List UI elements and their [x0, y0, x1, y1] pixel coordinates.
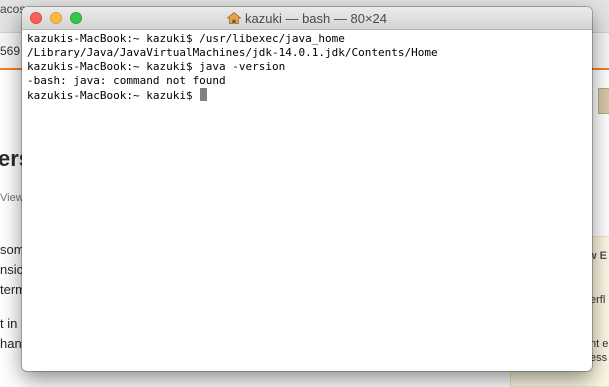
terminal-line: kazukis-MacBook:~ kazuki$ /usr/libexec/j… — [27, 32, 345, 45]
home-icon — [227, 12, 241, 24]
terminal-prompt-line[interactable]: kazukis-MacBook:~ kazuki$ — [27, 88, 587, 102]
background-view-count: View — [0, 192, 24, 204]
terminal-window[interactable]: kazuki — bash — 80×24 kazukis-MacBook:~ … — [22, 7, 592, 371]
terminal-line: /Library/Java/JavaVirtualMachines/jdk-14… — [27, 46, 438, 59]
terminal-line: -bash: java: command not found — [27, 74, 226, 87]
background-sidebar-link[interactable]: ess — [590, 352, 607, 364]
background-url-text[interactable]: 569 — [0, 44, 20, 58]
terminal-line: kazukis-MacBook:~ kazuki$ java -version — [27, 60, 286, 73]
background-sidebar-link[interactable]: nt e — [590, 338, 608, 350]
background-sidebar-link[interactable]: erfl — [590, 294, 605, 306]
window-title-text: kazuki — bash — 80×24 — [245, 11, 387, 26]
terminal-content[interactable]: kazukis-MacBook:~ kazuki$ /usr/libexec/j… — [22, 30, 592, 104]
background-paragraph-line: som — [0, 242, 25, 257]
window-title: kazuki — bash — 80×24 — [22, 11, 592, 26]
terminal-prompt: kazukis-MacBook:~ kazuki$ — [27, 89, 200, 102]
background-paragraph-line: t in — [0, 316, 18, 331]
background-paragraph-line: nsic — [0, 262, 24, 277]
background-avatar[interactable] — [598, 88, 609, 114]
window-titlebar[interactable]: kazuki — bash — 80×24 — [22, 7, 592, 30]
text-cursor — [200, 88, 208, 101]
